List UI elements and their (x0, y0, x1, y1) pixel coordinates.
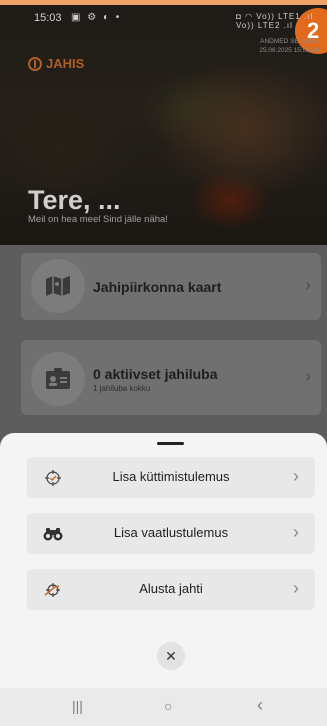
action-add-observation-result[interactable]: Lisa vaatlustulemus › (27, 513, 315, 554)
close-icon: ✕ (165, 647, 177, 664)
action-label: Lisa küttimistulemus (112, 469, 230, 484)
sync-label: ANDMED SEISUGA (260, 38, 319, 45)
back-button[interactable]: ‹ (257, 695, 263, 716)
data-sync-info: ANDMED SEISUGA 25.06.2025 15:03:26 (259, 37, 319, 55)
card-subtitle: 1 jahiluba kokku (93, 384, 151, 393)
chevron-right-icon: › (293, 522, 299, 542)
card-hunting-area-map[interactable]: Jahipiirkonna kaart › (21, 253, 321, 320)
status-bar: 15:03 ▣ ⚙ ◐ • ◘ ◠ Vo)) LTE1 .ıl Vo)) LTE… (0, 12, 327, 30)
app-logo: JAHIS (28, 56, 84, 71)
license-card-icon (31, 352, 85, 406)
status-time: 15:03 (34, 12, 62, 24)
sheet-drag-handle[interactable] (157, 442, 184, 445)
logo-text: JAHIS (46, 56, 85, 71)
map-icon (31, 259, 85, 313)
status-signal-icons: ◘ ◠ Vo)) LTE1 .ıl Vo)) LTE2 .ıl (236, 12, 314, 30)
card-hunting-licenses[interactable]: 0 aktiivset jahiluba 1 jahiluba kokku › (21, 340, 321, 415)
greeting-title: Tere, ... (28, 185, 121, 215)
top-accent-strip (0, 0, 327, 5)
recents-button[interactable]: ||| (72, 698, 83, 714)
system-navigation-bar: ||| ○ ‹ (0, 688, 327, 726)
home-button[interactable]: ○ (164, 698, 172, 714)
action-label: Alusta jahti (139, 581, 203, 596)
card-title: 0 aktiivset jahiluba (93, 366, 218, 382)
action-start-hunt[interactable]: Alusta jahti › (27, 569, 315, 610)
bottom-sheet: Lisa küttimistulemus › Lisa vaatlustulem… (0, 433, 327, 688)
action-add-harvest-result[interactable]: Lisa küttimistulemus › (27, 457, 315, 498)
chevron-right-icon: › (293, 466, 299, 486)
chevron-right-icon: › (293, 578, 299, 598)
greeting-subtitle: Meil on hea meel Sind jälle näha! (28, 214, 168, 225)
status-notification-icons: ▣ ⚙ ◐ • (71, 12, 122, 23)
logo-mark-icon (28, 56, 42, 71)
chevron-right-icon: › (305, 275, 311, 295)
close-sheet-button[interactable]: ✕ (157, 642, 185, 670)
sync-timestamp: 25.06.2025 15:03:26 (259, 47, 319, 54)
card-title: Jahipiirkonna kaart (93, 279, 222, 295)
chevron-right-icon: › (305, 366, 311, 386)
screen: 2 15:03 ▣ ⚙ ◐ • ◘ ◠ Vo)) LTE1 .ıl Vo)) L… (0, 0, 327, 726)
action-label: Lisa vaatlustulemus (113, 525, 229, 540)
